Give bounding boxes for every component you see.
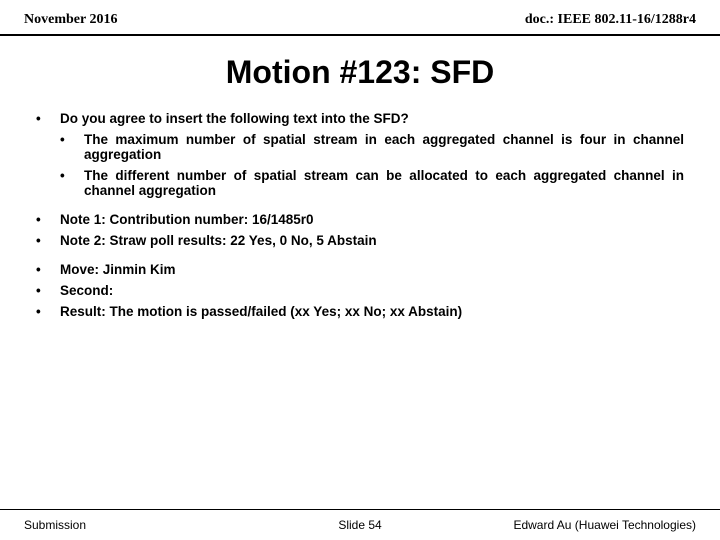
note-bullet-1: • bbox=[36, 212, 56, 227]
sub-bullet-2-text: The different number of spatial stream c… bbox=[84, 168, 684, 198]
note-2: • Note 2: Straw poll results: 22 Yes, 0 … bbox=[36, 233, 684, 248]
sub-bullets: • The maximum number of spatial stream i… bbox=[60, 132, 684, 198]
motion-item-2: • Second: bbox=[36, 283, 684, 298]
motion-bullet-2: • bbox=[36, 283, 56, 298]
sub-bullet-symbol-2: • bbox=[60, 168, 80, 183]
note-1: • Note 1: Contribution number: 16/1485r0 bbox=[36, 212, 684, 227]
header-date: November 2016 bbox=[24, 12, 117, 28]
sub-bullet-1: • The maximum number of spatial stream i… bbox=[60, 132, 684, 162]
title-section: Motion #123: SFD bbox=[0, 36, 720, 101]
slide-content: • Do you agree to insert the following t… bbox=[0, 101, 720, 343]
slide-footer: Submission Slide 54 Edward Au (Huawei Te… bbox=[0, 509, 720, 540]
motion-2-text: Second: bbox=[60, 283, 684, 298]
sub-bullet-symbol-1: • bbox=[60, 132, 80, 147]
motion-3-text: Result: The motion is passed/failed (xx … bbox=[60, 304, 684, 319]
main-bullet-section: • Do you agree to insert the following t… bbox=[36, 111, 684, 198]
slide-header: November 2016 doc.: IEEE 802.11-16/1288r… bbox=[0, 0, 720, 36]
sub-bullet-2: • The different number of spatial stream… bbox=[60, 168, 684, 198]
motion-bullet-3: • bbox=[36, 304, 56, 319]
footer-slide-number: Slide 54 bbox=[248, 518, 472, 532]
main-bullet-1: • Do you agree to insert the following t… bbox=[36, 111, 684, 126]
note-2-text: Note 2: Straw poll results: 22 Yes, 0 No… bbox=[60, 233, 684, 248]
header-doc: doc.: IEEE 802.11-16/1288r4 bbox=[525, 12, 696, 28]
slide: November 2016 doc.: IEEE 802.11-16/1288r… bbox=[0, 0, 720, 540]
sub-bullet-1-text: The maximum number of spatial stream in … bbox=[84, 132, 684, 162]
motion-bullet-1: • bbox=[36, 262, 56, 277]
notes-section: • Note 1: Contribution number: 16/1485r0… bbox=[36, 212, 684, 248]
note-bullet-2: • bbox=[36, 233, 56, 248]
motion-item-1: • Move: Jinmin Kim bbox=[36, 262, 684, 277]
footer-submission: Submission bbox=[24, 518, 248, 532]
motion-section: • Move: Jinmin Kim • Second: • Result: T… bbox=[36, 262, 684, 319]
note-1-text: Note 1: Contribution number: 16/1485r0 bbox=[60, 212, 684, 227]
footer-author: Edward Au (Huawei Technologies) bbox=[472, 518, 696, 532]
bullet-symbol-1: • bbox=[36, 111, 56, 126]
motion-1-text: Move: Jinmin Kim bbox=[60, 262, 684, 277]
motion-item-3: • Result: The motion is passed/failed (x… bbox=[36, 304, 684, 319]
slide-title: Motion #123: SFD bbox=[24, 54, 696, 91]
main-bullet-1-text: Do you agree to insert the following tex… bbox=[60, 111, 684, 126]
